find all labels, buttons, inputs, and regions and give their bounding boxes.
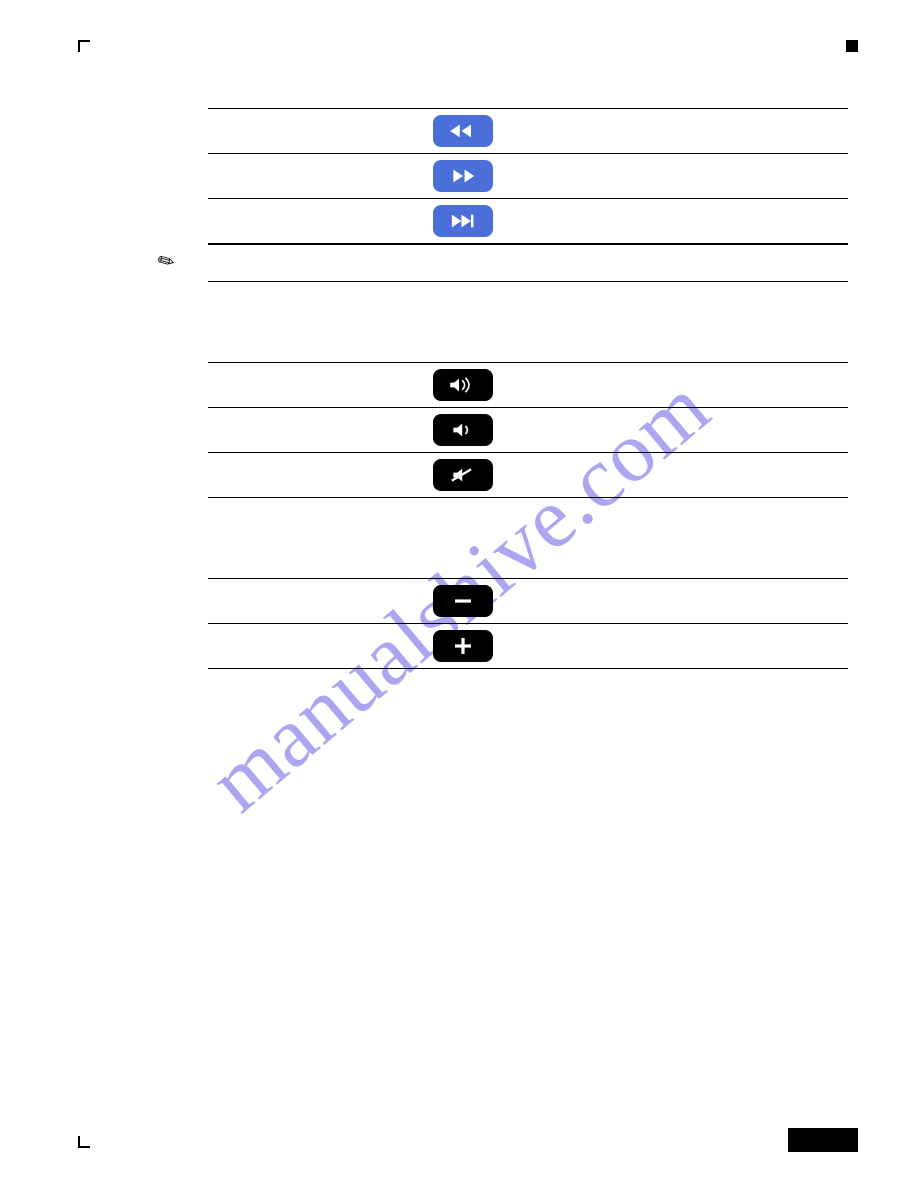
row-desc	[543, 453, 848, 498]
row-icon-cell	[383, 199, 543, 244]
row-desc	[543, 579, 848, 624]
row-label	[208, 408, 383, 453]
table-header-row	[208, 566, 848, 579]
volume-low-button[interactable]	[433, 414, 493, 446]
header-col-2	[383, 350, 543, 363]
next-track-icon	[447, 211, 479, 231]
header-col-2	[383, 96, 543, 109]
header-col-1	[208, 566, 383, 579]
header-col-1	[208, 350, 383, 363]
media-controls-table	[208, 96, 848, 244]
row-label	[208, 624, 383, 669]
row-desc	[543, 109, 848, 154]
page-content: ✎	[208, 96, 848, 669]
mute-button[interactable]	[433, 459, 493, 491]
page-corner-tl	[78, 40, 90, 52]
mute-icon	[447, 465, 479, 485]
volume-high-icon	[447, 375, 479, 395]
table-row	[208, 624, 848, 669]
header-col-3	[543, 96, 848, 109]
table-row	[208, 453, 848, 498]
plus-icon	[447, 636, 479, 656]
row-label	[208, 453, 383, 498]
row-icon-cell	[383, 453, 543, 498]
row-desc	[543, 624, 848, 669]
header-col-3	[543, 350, 848, 363]
table-header-row	[208, 350, 848, 363]
page-corner-bl	[78, 1136, 90, 1148]
volume-low-icon	[447, 420, 479, 440]
row-desc	[543, 199, 848, 244]
table-row	[208, 154, 848, 199]
pencil-icon: ✎	[153, 246, 180, 276]
header-col-1	[208, 96, 383, 109]
row-desc	[543, 363, 848, 408]
row-icon-cell	[383, 109, 543, 154]
row-label	[208, 154, 383, 199]
spacer	[208, 498, 848, 566]
table-row	[208, 109, 848, 154]
zoom-controls-table	[208, 566, 848, 669]
row-icon-cell	[383, 579, 543, 624]
volume-controls-table	[208, 350, 848, 498]
table-row	[208, 408, 848, 453]
page-number-block	[788, 1128, 858, 1152]
row-label	[208, 109, 383, 154]
table-header-row	[208, 96, 848, 109]
next-track-button[interactable]	[433, 205, 493, 237]
header-col-3	[543, 566, 848, 579]
note-row: ✎	[208, 244, 848, 282]
row-icon-cell	[383, 408, 543, 453]
table-row	[208, 363, 848, 408]
rewind-icon	[447, 121, 479, 141]
row-icon-cell	[383, 363, 543, 408]
row-desc	[543, 154, 848, 199]
row-icon-cell	[383, 624, 543, 669]
table-row	[208, 199, 848, 244]
table-row	[208, 579, 848, 624]
header-col-2	[383, 566, 543, 579]
forward-button[interactable]	[433, 160, 493, 192]
spacer	[208, 282, 848, 350]
row-desc	[543, 408, 848, 453]
fast-forward-icon	[447, 166, 479, 186]
volume-high-button[interactable]	[433, 369, 493, 401]
row-label	[208, 199, 383, 244]
row-label	[208, 579, 383, 624]
plus-button[interactable]	[433, 630, 493, 662]
minus-icon	[447, 591, 479, 611]
rewind-button[interactable]	[433, 115, 493, 147]
minus-button[interactable]	[433, 585, 493, 617]
page-corner-tr	[846, 40, 858, 52]
row-icon-cell	[383, 154, 543, 199]
row-label	[208, 363, 383, 408]
